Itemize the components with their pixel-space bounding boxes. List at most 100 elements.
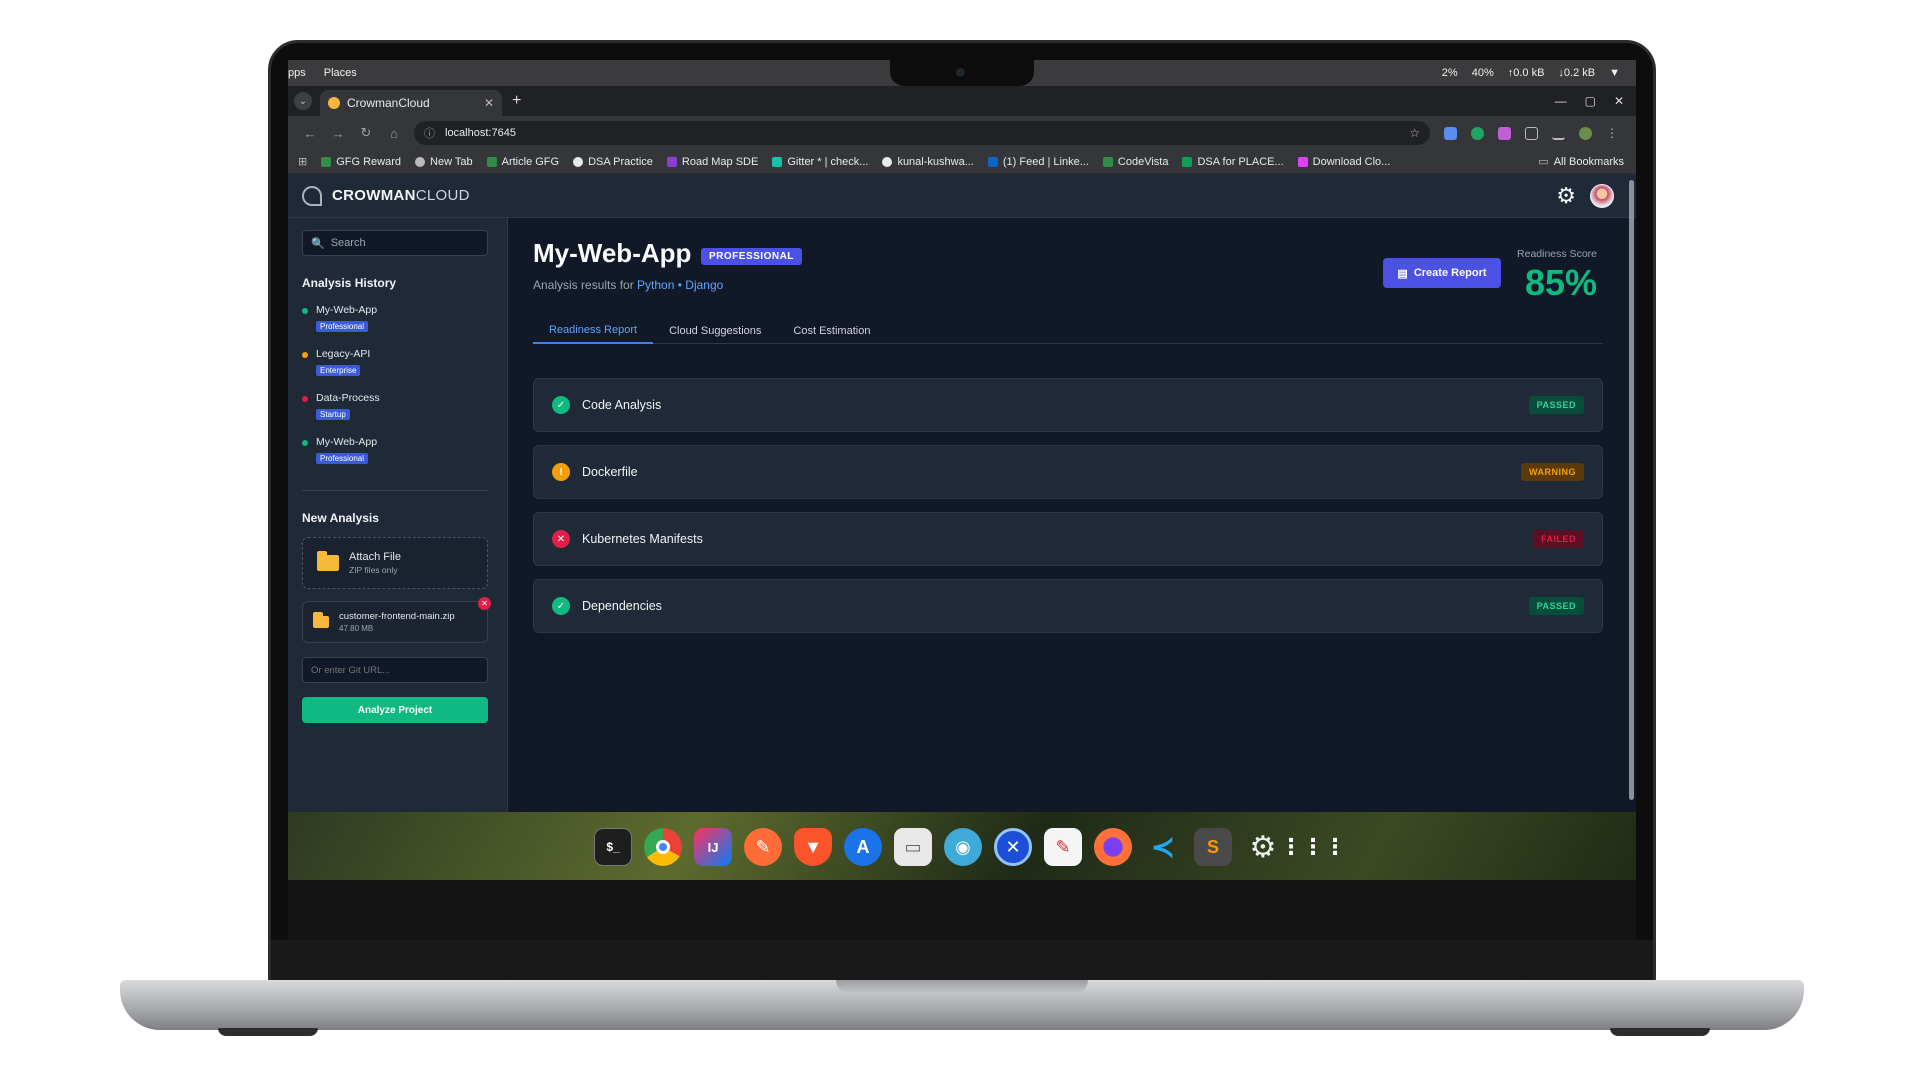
eye-icon[interactable]: ◉ bbox=[944, 828, 982, 866]
terminal-icon[interactable]: $_ bbox=[594, 828, 632, 866]
check-circle-icon: ✓ bbox=[552, 396, 570, 414]
os-menu-apps[interactable]: pps bbox=[288, 67, 306, 79]
tab-list-chevron-icon[interactable]: ⌄ bbox=[294, 92, 312, 110]
tier-badge: Professional bbox=[316, 321, 369, 332]
laptop-opening-notch bbox=[836, 980, 1088, 994]
history-item[interactable]: My-Web-App Professional bbox=[302, 436, 493, 466]
attach-subtitle: ZIP files only bbox=[349, 565, 398, 575]
bookmark-item[interactable]: GFG Reward bbox=[321, 156, 401, 168]
extensions-puzzle-icon[interactable] bbox=[1525, 126, 1538, 140]
reload-icon[interactable]: ↻ bbox=[352, 125, 380, 141]
chrome-icon[interactable] bbox=[644, 828, 682, 866]
browser-tab-title: CrowmanCloud bbox=[347, 96, 430, 110]
bookmark-item[interactable]: New Tab bbox=[415, 156, 473, 168]
app-grid-icon[interactable]: ⋮⋮⋮ bbox=[1280, 828, 1346, 866]
create-report-button[interactable]: ▤ Create Report bbox=[1383, 258, 1501, 288]
bookmark-star-icon[interactable]: ☆ bbox=[1409, 126, 1420, 140]
minimize-icon[interactable]: — bbox=[1555, 94, 1567, 108]
profile-avatar-icon[interactable] bbox=[1579, 126, 1592, 140]
page-scrollbar[interactable] bbox=[1629, 180, 1634, 800]
site-info-icon[interactable]: ⓘ bbox=[424, 125, 435, 141]
bookmark-item[interactable]: Article GFG bbox=[486, 156, 559, 168]
bookmark-item[interactable]: DSA Practice bbox=[573, 156, 653, 168]
site-icon bbox=[573, 156, 584, 167]
status-dot bbox=[302, 440, 308, 446]
check-row[interactable]: ✕ Kubernetes Manifests FAILED bbox=[533, 512, 1603, 566]
vscode-icon[interactable]: ≺ bbox=[1144, 828, 1182, 866]
tab-cost-estimation[interactable]: Cost Estimation bbox=[777, 318, 886, 344]
bookmark-item[interactable]: Download Clo... bbox=[1297, 156, 1390, 168]
brave-icon[interactable]: ▼ bbox=[794, 828, 832, 866]
check-row[interactable]: ✓ Dependencies PASSED bbox=[533, 579, 1603, 633]
grammarly-icon[interactable] bbox=[1471, 126, 1484, 140]
tier-badge: Professional bbox=[316, 453, 369, 464]
gear-icon[interactable]: ⚙ bbox=[1244, 828, 1282, 866]
postman-icon[interactable]: ✎ bbox=[744, 828, 782, 866]
document-editor-icon[interactable]: ✎ bbox=[1044, 828, 1082, 866]
site-icon bbox=[1297, 156, 1308, 167]
browser-toolbar: ← → ↻ ⌂ ⓘ localhost:7645 ☆ ⋮ bbox=[288, 116, 1636, 150]
readiness-score-value: 85% bbox=[1524, 262, 1597, 303]
gitter-icon bbox=[772, 156, 783, 167]
os-menu-places[interactable]: Places bbox=[324, 67, 357, 79]
sublime-icon[interactable]: S bbox=[1194, 828, 1232, 866]
laptop-foot-left bbox=[218, 1028, 318, 1036]
maximize-icon[interactable]: ▢ bbox=[1585, 94, 1596, 108]
camera-notch bbox=[890, 60, 1034, 86]
download-icon[interactable] bbox=[1552, 127, 1565, 140]
extension-icon[interactable] bbox=[1498, 126, 1511, 140]
brand-name[interactable]: CROWMANCLOUD bbox=[332, 187, 470, 204]
check-circle-icon: ✓ bbox=[552, 597, 570, 615]
tier-badge: Enterprise bbox=[316, 365, 361, 376]
check-row[interactable]: ! Dockerfile WARNING bbox=[533, 445, 1603, 499]
remove-file-icon[interactable]: ✕ bbox=[478, 597, 491, 610]
bookmark-item[interactable]: (1) Feed | Linke... bbox=[987, 156, 1089, 168]
tab-cloud-suggestions[interactable]: Cloud Suggestions bbox=[653, 318, 777, 344]
url-text: localhost:7645 bbox=[445, 127, 516, 139]
apps-grid-icon[interactable]: ⊞ bbox=[298, 155, 307, 168]
git-url-input[interactable] bbox=[302, 657, 488, 683]
check-row[interactable]: ✓ Code Analysis PASSED bbox=[533, 378, 1603, 432]
bookmark-item[interactable]: kunal-kushwa... bbox=[882, 156, 974, 168]
browser-tab[interactable]: CrowmanCloud ✕ bbox=[320, 90, 502, 116]
bookmark-item[interactable]: Road Map SDE bbox=[666, 156, 758, 168]
extension-icon[interactable] bbox=[1444, 126, 1457, 140]
new-tab-button[interactable]: + bbox=[512, 92, 521, 110]
search-placeholder: Search bbox=[330, 237, 366, 249]
home-icon[interactable]: ⌂ bbox=[380, 126, 408, 141]
attach-file-dropzone[interactable]: Attach File ZIP files only bbox=[302, 537, 488, 589]
history-item-name: Data-Process bbox=[316, 392, 380, 404]
history-item[interactable]: Data-Process Startup bbox=[302, 392, 493, 422]
settings-circle-icon[interactable]: ✕ bbox=[994, 828, 1032, 866]
app-store-icon[interactable]: A bbox=[844, 828, 882, 866]
user-avatar[interactable] bbox=[1590, 183, 1614, 208]
check-label: Dockerfile bbox=[582, 465, 638, 479]
main-panel: My-Web-App PROFESSIONAL Analysis results… bbox=[509, 218, 1636, 812]
tab-close-icon[interactable]: ✕ bbox=[484, 96, 494, 110]
intellij-icon[interactable]: IJ bbox=[694, 828, 732, 866]
bookmark-item[interactable]: Gitter * | check... bbox=[772, 156, 868, 168]
tab-readiness-report[interactable]: Readiness Report bbox=[533, 318, 654, 344]
all-bookmarks-folder[interactable]: ▭ All Bookmarks bbox=[1538, 155, 1636, 169]
firefox-icon[interactable] bbox=[1094, 828, 1132, 866]
window-close-icon[interactable]: ✕ bbox=[1614, 94, 1624, 108]
more-menu-icon[interactable]: ⋮ bbox=[1606, 126, 1618, 140]
search-input[interactable]: 🔍 Search bbox=[302, 230, 488, 256]
files-icon[interactable]: ▭ bbox=[894, 828, 932, 866]
status-dot bbox=[302, 352, 308, 358]
history-item[interactable]: My-Web-App Professional bbox=[302, 304, 493, 334]
laptop-chin bbox=[271, 940, 1653, 982]
history-item[interactable]: Legacy-API Enterprise bbox=[302, 348, 493, 378]
address-bar[interactable]: ⓘ localhost:7645 ☆ bbox=[414, 121, 1430, 145]
camera-icon bbox=[956, 68, 965, 77]
forward-arrow-icon[interactable]: → bbox=[324, 126, 352, 141]
bookmark-item[interactable]: DSA for PLACE... bbox=[1182, 156, 1284, 168]
back-arrow-icon[interactable]: ← bbox=[296, 126, 324, 141]
wifi-icon[interactable]: ▼ bbox=[1609, 67, 1620, 79]
analyze-project-button[interactable]: Analyze Project bbox=[302, 697, 488, 723]
crow-logo-icon bbox=[302, 185, 322, 206]
gfg-icon bbox=[321, 156, 332, 167]
settings-gear-icon[interactable]: ⚙ bbox=[1556, 183, 1576, 209]
status-dot bbox=[302, 396, 308, 402]
bookmark-item[interactable]: CodeVista bbox=[1102, 156, 1168, 168]
